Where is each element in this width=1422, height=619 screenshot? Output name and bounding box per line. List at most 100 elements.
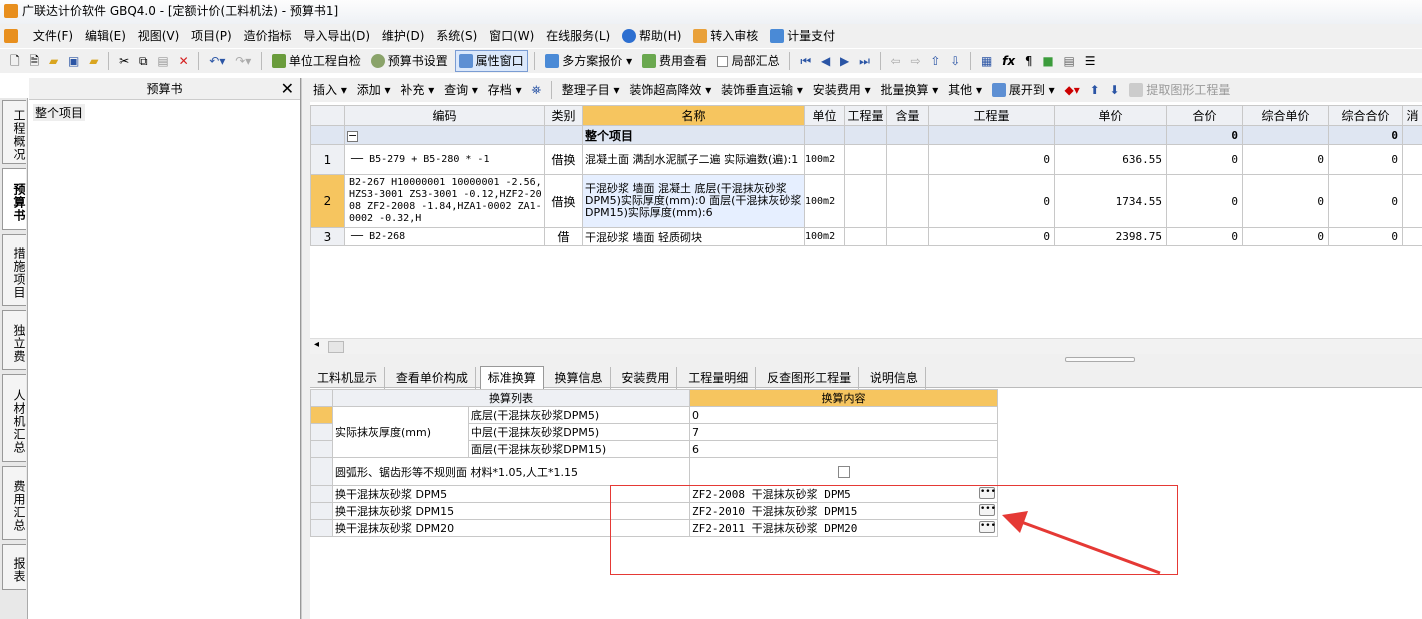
header-extra[interactable]: 消 bbox=[1402, 105, 1422, 126]
horizontal-splitter[interactable] bbox=[310, 354, 1422, 364]
tab-budget-book[interactable]: 预算书 bbox=[2, 168, 26, 230]
menu-audit[interactable]: 转入审核 bbox=[689, 24, 762, 48]
tab-report[interactable]: 报表 bbox=[2, 544, 26, 590]
tree-item-whole-project[interactable]: 整个项目 bbox=[33, 104, 86, 121]
header-type[interactable]: 类别 bbox=[544, 105, 583, 126]
tab-fee-summary[interactable]: 费用汇总 bbox=[2, 466, 26, 540]
archive-dropdown[interactable]: 存档 ▾ bbox=[485, 78, 525, 102]
layer-value-input[interactable]: 0 bbox=[689, 406, 998, 424]
menu-view[interactable]: 视图(V) bbox=[134, 24, 184, 48]
fill-color-icon[interactable]: ◆▾ bbox=[1062, 78, 1083, 102]
collapse-toggle[interactable]: − bbox=[344, 125, 545, 145]
add-dropdown[interactable]: 添加 ▾ bbox=[354, 78, 394, 102]
header-unit[interactable]: 单位 bbox=[804, 105, 845, 126]
calculator-icon[interactable]: ▦ bbox=[978, 49, 995, 73]
qty-cell[interactable]: 0 bbox=[928, 144, 1055, 175]
header-name[interactable]: 名称 bbox=[582, 105, 805, 126]
tab-price-composition[interactable]: 查看单价构成 bbox=[389, 367, 476, 389]
menu-project[interactable]: 项目(P) bbox=[187, 24, 236, 48]
tab-project-overview[interactable]: 工程概况 bbox=[2, 100, 26, 164]
tab-install-fee[interactable]: 安装费用 bbox=[614, 367, 678, 389]
supplement-dropdown[interactable]: 补充 ▾ bbox=[397, 78, 437, 102]
row-number[interactable]: 2 bbox=[310, 174, 345, 228]
up-arrow-icon[interactable]: ⬆ bbox=[1087, 78, 1103, 102]
header-qty[interactable]: 工程量 bbox=[928, 105, 1055, 126]
header-qty-expr[interactable]: 工程量 bbox=[844, 105, 887, 126]
header-comp-unit-price[interactable]: 综合单价 bbox=[1242, 105, 1329, 126]
vertical-splitter[interactable] bbox=[301, 78, 310, 619]
prev-icon[interactable]: ◀ bbox=[818, 49, 833, 73]
expand-dropdown[interactable]: 展开到 ▾ bbox=[989, 78, 1058, 102]
name-cell[interactable]: 混凝土面 满刮水泥腻子二遍 实际遍数(遍):1 bbox=[582, 144, 805, 175]
header-code[interactable]: 编码 bbox=[344, 105, 545, 126]
install-fee-dropdown[interactable]: 安装费用 ▾ bbox=[810, 78, 874, 102]
table-row[interactable]: 1 ── B5-279 + B5-280 * -1 借换 混凝土面 满刮水泥腻子… bbox=[310, 144, 1422, 175]
list-icon[interactable]: ☰ bbox=[1082, 49, 1099, 73]
paste-icon[interactable]: ▤ bbox=[154, 49, 171, 73]
tab-description[interactable]: 说明信息 bbox=[863, 367, 926, 389]
table-row[interactable]: 实际抹灰厚度(mm) 底层(干混抹灰砂浆DPM5) 0 bbox=[310, 406, 998, 458]
tab-qty-detail[interactable]: 工程量明细 bbox=[681, 367, 757, 389]
first-icon[interactable]: ⏮ bbox=[797, 49, 814, 73]
formula-icon[interactable]: fx bbox=[999, 49, 1018, 73]
last-icon[interactable]: ⏭ bbox=[856, 49, 873, 73]
name-cell[interactable]: 干混砂浆 墙面 混凝土 底层(干混抹灰砂浆DPM5)实际厚度(mm):0 面层(… bbox=[582, 174, 805, 228]
redo-icon[interactable]: ↷▾ bbox=[232, 49, 254, 73]
code-cell[interactable]: ── B5-279 + B5-280 * -1 bbox=[344, 144, 545, 175]
extract-graphic-button[interactable]: 提取图形工程量 bbox=[1126, 78, 1233, 102]
tab-labor-machine[interactable]: 工料机显示 bbox=[310, 367, 386, 389]
self-check-button[interactable]: 单位工程自检 bbox=[269, 49, 364, 73]
delete-icon[interactable]: ✕ bbox=[176, 49, 192, 73]
paragraph-icon[interactable]: ¶ bbox=[1022, 49, 1036, 73]
menu-edit[interactable]: 编辑(E) bbox=[81, 24, 130, 48]
menu-help[interactable]: 帮助(H) bbox=[618, 24, 685, 48]
fee-view-button[interactable]: 费用查看 bbox=[639, 49, 710, 73]
move-right-icon[interactable]: ⇨ bbox=[907, 49, 923, 73]
menu-online[interactable]: 在线服务(L) bbox=[542, 24, 614, 48]
arc-checkbox-cell[interactable] bbox=[689, 457, 998, 486]
code-cell[interactable]: B2-267 H10000001 10000001 -2.56,HZS3-300… bbox=[344, 174, 545, 228]
other-dropdown[interactable]: 其他 ▾ bbox=[945, 78, 985, 102]
move-up-icon[interactable]: ⇧ bbox=[927, 49, 943, 73]
folder-icon[interactable]: ▰ bbox=[86, 49, 101, 73]
header-content[interactable]: 含量 bbox=[886, 105, 929, 126]
table-row[interactable]: 圆弧形、锯齿形等不规则面 材料*1.05,人工*1.15 bbox=[310, 457, 998, 486]
save-icon[interactable]: ▣ bbox=[65, 49, 82, 73]
new-icon[interactable]: 🗋 bbox=[0, 49, 23, 73]
decor-high-dropdown[interactable]: 装饰超高降效 ▾ bbox=[626, 78, 714, 102]
scroll-left-icon[interactable]: ◂ bbox=[314, 339, 319, 350]
decor-vertical-dropdown[interactable]: 装饰垂直运输 ▾ bbox=[718, 78, 806, 102]
row-number[interactable]: 1 bbox=[310, 144, 345, 175]
project-row[interactable]: − 整个项目 0 0 bbox=[310, 125, 1422, 145]
batch-convert-dropdown[interactable]: 批量换算 ▾ bbox=[877, 78, 941, 102]
tab-independent-fee[interactable]: 独立费 bbox=[2, 310, 26, 370]
code-cell[interactable]: ── B2-268 bbox=[344, 227, 545, 246]
down-arrow-icon[interactable]: ⬇ bbox=[1107, 78, 1123, 102]
arc-checkbox[interactable] bbox=[837, 466, 850, 478]
menu-system[interactable]: 系统(S) bbox=[432, 24, 481, 48]
open-folder-icon[interactable]: ▰ bbox=[46, 49, 61, 73]
multi-quote-button[interactable]: 多方案报价 ▾ bbox=[542, 49, 635, 73]
undo-icon[interactable]: ↶▾ bbox=[206, 49, 228, 73]
move-left-icon[interactable]: ⇦ bbox=[888, 49, 904, 73]
menu-import-export[interactable]: 导入导出(D) bbox=[299, 24, 374, 48]
menu-payment[interactable]: 计量支付 bbox=[766, 24, 839, 48]
insert-dropdown[interactable]: 插入 ▾ bbox=[310, 78, 350, 102]
tools-icon[interactable]: ▤ bbox=[1061, 49, 1078, 73]
horizontal-scrollbar[interactable]: ◂ bbox=[310, 338, 1422, 354]
header-total[interactable]: 合价 bbox=[1166, 105, 1243, 126]
tab-measures[interactable]: 措施项目 bbox=[2, 234, 26, 306]
tab-reverse-graphic[interactable]: 反查图形工程量 bbox=[760, 367, 860, 389]
splitter-grip[interactable] bbox=[1065, 357, 1135, 362]
cube-icon[interactable]: ■ bbox=[1039, 49, 1056, 73]
table-row[interactable]: 3 ── B2-268 借 干混砂浆 墙面 轻质砌块 100m2 0 2398.… bbox=[310, 227, 1422, 246]
name-cell[interactable]: 干混砂浆 墙面 轻质砌块 bbox=[582, 227, 805, 246]
next-icon[interactable]: ▶ bbox=[837, 49, 852, 73]
menu-maintain[interactable]: 维护(D) bbox=[378, 24, 429, 48]
tab-conversion-info[interactable]: 换算信息 bbox=[548, 367, 611, 389]
copy-icon[interactable]: ⧉ bbox=[136, 49, 151, 73]
cut-icon[interactable]: ✂ bbox=[116, 49, 132, 73]
tab-standard-conversion[interactable]: 标准换算 bbox=[479, 366, 544, 389]
property-window-button[interactable]: 属性窗口 bbox=[454, 50, 528, 72]
binoculars-icon[interactable]: ⛯ bbox=[528, 78, 544, 102]
